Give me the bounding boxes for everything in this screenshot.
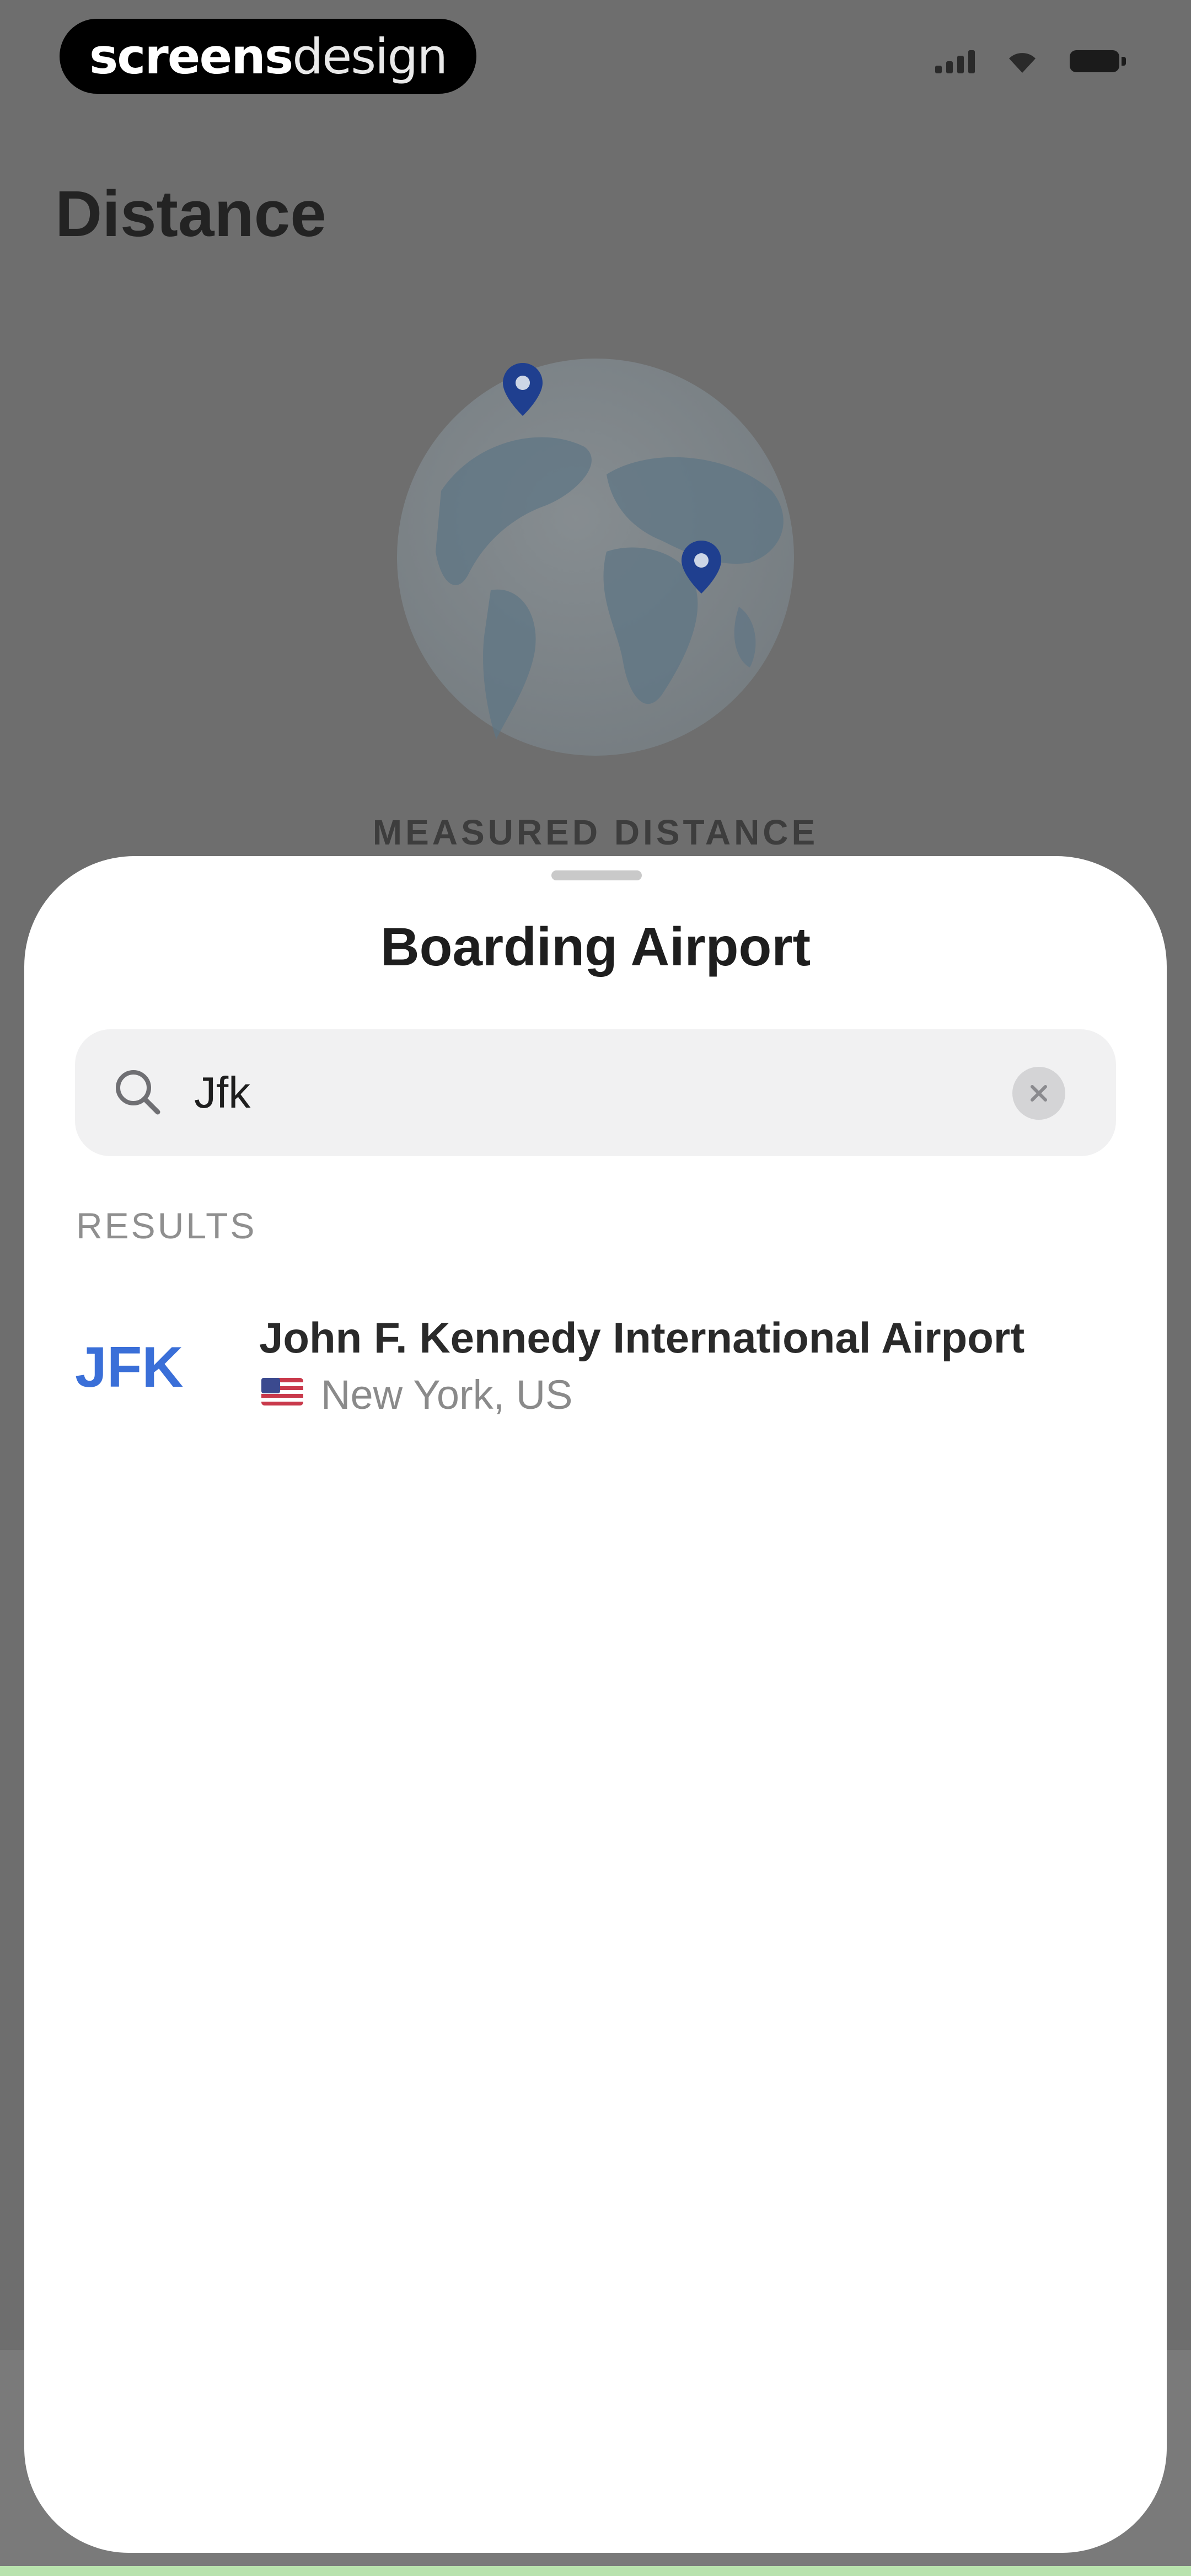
clear-icon — [1031, 1085, 1047, 1102]
results-section-label: RESULTS — [76, 1205, 257, 1246]
wifi-icon — [1009, 53, 1036, 73]
battery-icon — [1070, 50, 1126, 72]
screen-bottom-edge — [0, 2566, 1191, 2576]
sheet-grabber-handle[interactable] — [551, 870, 642, 880]
airport-code: JFK — [75, 1335, 184, 1399]
brand-logo: screens design — [60, 19, 476, 94]
status-bar-icons — [935, 49, 1126, 74]
clear-search-button[interactable] — [1012, 1067, 1065, 1120]
airport-location: New York, US — [321, 1372, 573, 1418]
airport-name: John F. Kennedy International Airport — [259, 1313, 1025, 1362]
us-flag-icon — [261, 1378, 303, 1405]
measured-distance-label: MEASURED DISTANCE — [372, 813, 819, 852]
search-input[interactable] — [193, 1058, 978, 1127]
app-screen: screens design Distance MEASURED DISTANC… — [0, 0, 1191, 2576]
sheet-title: Boarding Airport — [380, 916, 811, 977]
page-title: Distance — [55, 178, 326, 250]
airport-result-row[interactable]: JFK John F. Kennedy International Airpor… — [24, 1291, 1167, 1434]
globe-illustration — [397, 359, 794, 756]
cellular-signal-icon — [935, 49, 975, 73]
search-icon — [116, 1070, 160, 1115]
